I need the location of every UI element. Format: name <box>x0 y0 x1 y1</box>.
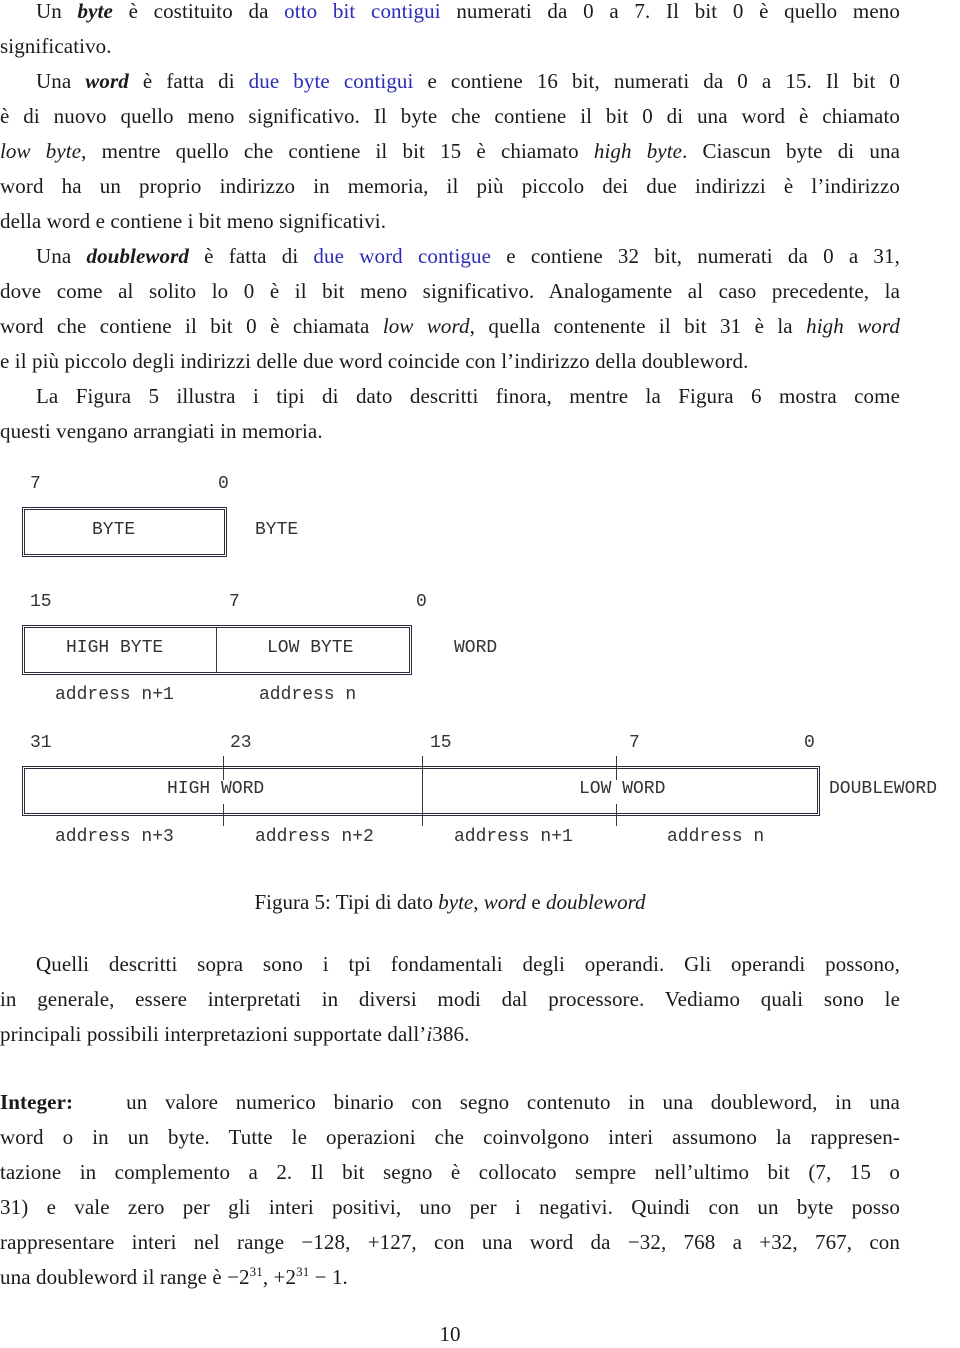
text-line: Integer: un valore numerico binario con … <box>0 1085 900 1120</box>
page-number: 10 <box>439 1322 461 1346</box>
text-line: e il più piccolo degli indirizzi delle d… <box>0 349 749 373</box>
bit-label: 15 <box>430 733 452 753</box>
text-run: è fatta di <box>188 244 314 268</box>
text-line: dove come al solito lo 0 è il bit meno s… <box>0 279 900 303</box>
text-line: in generale, essere interpretati in dive… <box>0 987 900 1011</box>
text-line: una doubleword il range è −231, +231 − 1… <box>0 1260 900 1295</box>
term-word: word <box>85 69 129 93</box>
text-line: della word e contiene i bit meno signifi… <box>0 209 387 233</box>
text-line: low byte, mentre quello che contiene il … <box>0 134 900 169</box>
text-run: , <box>473 890 484 914</box>
text-run: è fatta di <box>128 69 249 93</box>
cell-high-byte: HIGH BYTE <box>66 638 164 658</box>
address-label: address n <box>259 685 357 705</box>
term-low-byte: low byte <box>0 139 82 163</box>
text-run: 386. <box>432 1022 470 1046</box>
link-due-byte-contigui[interactable]: due byte contigui <box>249 69 414 93</box>
text-line: tazione in complemento a 2. Il bit segno… <box>0 1160 900 1184</box>
type-label-byte: BYTE <box>255 520 299 540</box>
text-line: Una doubleword è fatta di due word conti… <box>0 239 900 274</box>
paragraph-word: Una word è fatta di due byte contigui e … <box>0 64 900 239</box>
text-line: Un byte è costituito da otto bit contigu… <box>0 0 900 29</box>
text-line: Quelli descritti sopra sono i tpi fondam… <box>36 952 900 976</box>
bit-label: 7 <box>30 474 41 494</box>
text-run: Figura 5: Tipi di dato <box>254 890 439 914</box>
term-high-word: high word <box>806 314 900 338</box>
cell-low-byte: LOW BYTE <box>267 638 354 658</box>
text-run: Un <box>36 0 78 23</box>
address-label: address n+3 <box>55 827 174 847</box>
text-run: e contiene 32 bit, numerati da 0 a 31, <box>491 244 900 268</box>
term-high-byte: high byte <box>593 139 683 163</box>
text-line: è di nuovo quello meno significativo. Il… <box>0 104 900 128</box>
address-label: address n+1 <box>55 685 174 705</box>
address-label: address n+1 <box>454 827 573 847</box>
paragraph-byte: Un byte è costituito da otto bit contigu… <box>0 0 900 64</box>
doubleword-box <box>22 766 820 816</box>
text-run: . Ciascun byte di una <box>682 139 900 163</box>
bit-label: 0 <box>218 474 229 494</box>
text-line: rappresentare interi nel range −128, +12… <box>0 1230 900 1254</box>
term-low-word: low word <box>382 314 470 338</box>
bit-label: 31 <box>30 733 52 753</box>
text-run: Una <box>36 69 86 93</box>
text-run: − 1. <box>309 1265 348 1289</box>
text-run: word <box>483 890 527 914</box>
text-run: una doubleword il range è −2 <box>0 1265 250 1289</box>
link-otto-bit-contigui[interactable]: otto bit contigui <box>284 0 440 23</box>
text-line: La Figura 5 illustra i tipi di dato desc… <box>36 384 900 408</box>
superscript: 31 <box>296 1264 310 1279</box>
text-line: Una word è fatta di due byte contigui e … <box>0 64 900 99</box>
text-run: byte <box>438 890 474 914</box>
text-run: è costituito da <box>112 0 285 23</box>
superscript: 31 <box>249 1264 263 1279</box>
definition-term-integer: Integer: <box>0 1090 74 1114</box>
text-line: 31) e vale zero per gli interi positivi,… <box>0 1195 900 1219</box>
text-run: , quella contenente il bit 31 è la <box>469 314 807 338</box>
text-line: word o in un byte. Tutte le operazioni c… <box>0 1125 900 1149</box>
text-line: questi vengano arrangiati in memoria. <box>0 419 323 443</box>
text-run: Una <box>36 244 87 268</box>
link-due-word-contigue[interactable]: due word contigue <box>313 244 491 268</box>
text-run: principali possibili interpretazioni sup… <box>0 1022 427 1046</box>
paragraph-figure-reference: La Figura 5 illustra i tipi di dato desc… <box>0 379 900 449</box>
word-divider <box>422 756 423 826</box>
type-label-doubleword: DOUBLEWORD <box>829 779 938 799</box>
text-run: e contiene 16 bit, numerati da 0 a 15. I… <box>413 69 900 93</box>
text-line: significativo. <box>0 34 112 58</box>
bit-label: 15 <box>30 592 52 612</box>
address-label: address n+2 <box>255 827 374 847</box>
text-run: doubleword <box>545 890 646 914</box>
text-run: word che contiene il bit 0 è chiamata <box>0 314 383 338</box>
cell-high-word: HIGH WORD <box>167 779 265 799</box>
cell-byte: BYTE <box>92 520 136 540</box>
term-byte: byte <box>77 0 113 23</box>
cell-low-word: LOW WORD <box>579 779 666 799</box>
bit-label: 0 <box>804 733 815 753</box>
text-line: word che contiene il bit 0 è chiamata lo… <box>0 309 900 344</box>
term-doubleword: doubleword <box>86 244 189 268</box>
type-label-word: WORD <box>454 638 498 658</box>
text-run: un valore numerico binario con segno con… <box>126 1090 900 1114</box>
text-line: word ha un proprio indirizzo in memoria,… <box>0 174 900 198</box>
text-run: numerati da 0 a 7. Il bit 0 è quello men… <box>440 0 900 23</box>
text-run: , mentre quello che contiene il bit 15 è… <box>81 139 594 163</box>
paragraph-integer: Integer: un valore numerico binario con … <box>0 1085 900 1295</box>
text-run: , +2 <box>262 1265 297 1289</box>
bit-label: 0 <box>416 592 427 612</box>
paragraph-doubleword: Una doubleword è fatta di due word conti… <box>0 239 900 379</box>
byte-divider <box>216 628 217 672</box>
bit-label: 7 <box>629 733 640 753</box>
bit-label: 7 <box>229 592 240 612</box>
paragraph-operands: Quelli descritti sopra sono i tpi fondam… <box>0 947 900 1052</box>
text-line: principali possibili interpretazioni sup… <box>0 1017 900 1052</box>
text-run: e <box>526 890 546 914</box>
bit-label: 23 <box>230 733 252 753</box>
address-label: address n <box>667 827 765 847</box>
figure-caption: Figura 5: Tipi di dato byte, word e doub… <box>0 890 900 915</box>
